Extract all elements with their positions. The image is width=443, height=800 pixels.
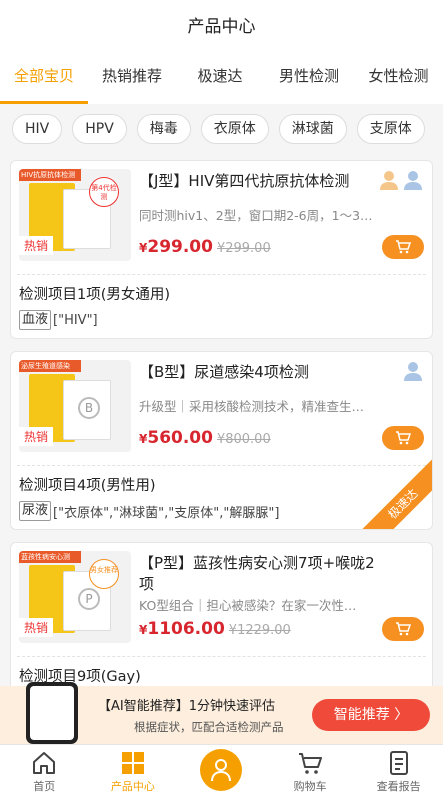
product-image[interactable]: P 蓝孩性病安心测 男女推荐 热销 [19, 551, 131, 643]
seal-badge: 第4代检测 [89, 177, 119, 207]
chip-hiv[interactable]: HIV [12, 114, 63, 144]
male-avatar-icon [404, 362, 422, 381]
product-list: HIV抗原抗体检测 第4代检测 热销 【J型】HIV第四代抗原抗体检测 同时测h… [10, 160, 433, 713]
nav-doctor[interactable] [177, 745, 266, 800]
price: ¥560.00 ¥800.00 [139, 428, 271, 448]
bottom-nav: 首页 产品中心 购物车 查看报告 [0, 744, 443, 800]
original-price: ¥299.00 [216, 241, 271, 256]
product-title[interactable]: 【P型】蓝孩性病安心测7项+喉咙2项 [139, 553, 389, 595]
price: ¥299.00 ¥299.00 [139, 237, 271, 257]
product-image[interactable]: B 泌尿生殖道感染 热销 [19, 360, 131, 452]
tab-all[interactable]: 全部宝贝 [0, 48, 88, 104]
chip-syphilis[interactable]: 梅毒 [136, 114, 191, 144]
nav-home[interactable]: 首页 [0, 745, 89, 800]
seal-badge: 男女推荐 [89, 559, 119, 589]
cart-icon [299, 753, 323, 774]
hot-badge: 热销 [19, 427, 54, 446]
tab-female[interactable]: 女性检测 [354, 48, 443, 104]
detect-count: 检测项目1项(男女通用) [19, 287, 171, 303]
sample-type-tag: 血液 [19, 310, 52, 330]
price: ¥1106.00 ¥1229.00 [139, 619, 291, 639]
product-desc: 同时测hiv1、2型，窗口期2-6周，1～3… [139, 208, 373, 223]
chip-gonorrhea[interactable]: 淋球菌 [278, 114, 347, 144]
detect-count: 检测项目9项(Gay) [19, 669, 141, 685]
promo-subtitle: 根据症状，匹配合适检测产品 [134, 720, 284, 734]
male-avatar-icon [404, 171, 422, 190]
tab-express[interactable]: 极速达 [176, 48, 264, 104]
category-tabs: 全部宝贝 热销推荐 极速达 男性检测 女性检测 [0, 48, 443, 104]
original-price: ¥800.00 [216, 432, 271, 447]
add-to-cart-button[interactable] [382, 235, 424, 259]
female-avatar-icon [380, 171, 398, 190]
detect-count: 检测项目4项(男性用) [19, 478, 156, 494]
cart-icon [396, 622, 411, 636]
page-title: 产品中心 [0, 0, 443, 48]
advisor-avatars [378, 169, 424, 191]
advisor-avatars [402, 360, 424, 382]
product-desc: KO型组合｜担心被感染？在家一次性… [139, 598, 357, 613]
promo-title: 【AI智能推荐】1分钟快速评估 [98, 699, 275, 714]
grid-icon [121, 752, 144, 774]
report-icon [389, 751, 408, 775]
hot-badge: 热销 [19, 236, 54, 255]
hot-badge: 热销 [19, 618, 54, 637]
detect-items: ["衣原体","淋球菌","支原体","解脲脲"] [53, 505, 280, 521]
doctor-icon [211, 759, 232, 782]
chip-hpv[interactable]: HPV [72, 114, 127, 144]
original-price: ¥1229.00 [228, 623, 291, 638]
add-to-cart-button[interactable] [382, 617, 424, 641]
product-image[interactable]: HIV抗原抗体检测 第4代检测 热销 [19, 169, 131, 261]
tab-male[interactable]: 男性检测 [264, 48, 354, 104]
product-title[interactable]: 【J型】HIV第四代抗原抗体检测 [139, 171, 374, 192]
ai-recommend-banner[interactable]: 【AI智能推荐】1分钟快速评估 根据症状，匹配合适检测产品 智能推荐 〉 [0, 682, 443, 744]
product-card[interactable]: HIV抗原抗体检测 第4代检测 热销 【J型】HIV第四代抗原抗体检测 同时测h… [10, 160, 433, 339]
tab-hot[interactable]: 热销推荐 [88, 48, 176, 104]
phone-illustration [26, 682, 78, 744]
product-title[interactable]: 【B型】尿道感染4项检测 [139, 362, 374, 383]
cart-icon [396, 240, 411, 254]
smart-recommend-button[interactable]: 智能推荐 〉 [312, 699, 430, 731]
nav-cart[interactable]: 购物车 [266, 745, 355, 800]
cart-icon [396, 431, 411, 445]
chip-mycoplasma[interactable]: 支原体 [356, 114, 425, 144]
nav-report[interactable]: 查看报告 [354, 745, 443, 800]
nav-products[interactable]: 产品中心 [89, 745, 178, 800]
add-to-cart-button[interactable] [382, 426, 424, 450]
filter-chips: HIV HPV 梅毒 衣原体 淋球菌 支原体 [0, 104, 443, 154]
home-icon [33, 752, 56, 774]
product-card[interactable]: P 蓝孩性病安心测 男女推荐 热销 【P型】蓝孩性病安心测7项+喉咙2项 KO型… [10, 542, 433, 701]
sample-type-tag: 尿液 [19, 501, 52, 521]
product-card[interactable]: B 泌尿生殖道感染 热销 【B型】尿道感染4项检测 升级型｜采用核酸检测技术，精… [10, 351, 433, 530]
product-desc: 升级型｜采用核酸检测技术，精准查生… [139, 399, 365, 414]
detect-items: ["HIV"] [53, 312, 98, 328]
chip-chlamydia[interactable]: 衣原体 [200, 114, 269, 144]
